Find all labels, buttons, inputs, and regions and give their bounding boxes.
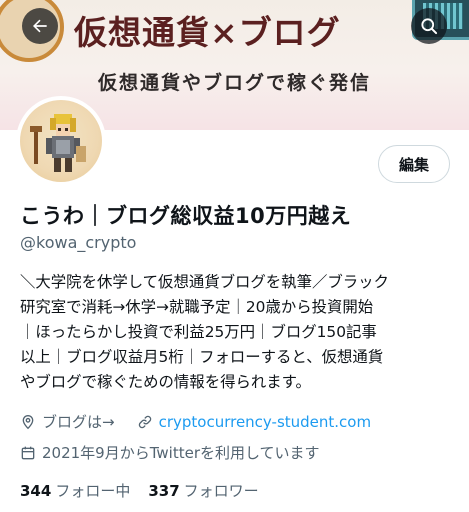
calendar-icon bbox=[21, 446, 35, 459]
followers-count[interactable]: 337 bbox=[148, 482, 179, 500]
profile-bio: ＼大学院を休学して仮想通貨ブログを執筆／ブラック 研究室で消耗→休学→就職予定｜… bbox=[20, 270, 460, 395]
avatar-image bbox=[20, 100, 102, 182]
bio-line: 以上｜ブログ収益月5桁｜フォローすると、仮想通貨 bbox=[20, 348, 384, 366]
website-link[interactable]: cryptocurrency-student.com bbox=[159, 413, 372, 431]
profile-meta-joined: 2021年9月からTwitterを利用しています bbox=[20, 442, 320, 463]
banner-subtitle: 仮想通貨やブログで稼ぐ発信 bbox=[97, 72, 371, 94]
bio-line: ｜ほったらかし投資で利益25万円｜ブログ150記事 bbox=[20, 323, 377, 341]
user-handle: @kowa_crypto bbox=[20, 233, 137, 252]
location-pin-icon bbox=[22, 414, 34, 429]
link-icon bbox=[138, 415, 151, 428]
arrow-left-icon bbox=[33, 19, 47, 33]
back-button[interactable] bbox=[22, 8, 58, 44]
edit-profile-button[interactable]: 編集 bbox=[378, 145, 450, 183]
following-count[interactable]: 344 bbox=[20, 482, 51, 500]
profile-meta-location-link: ブログは→ cryptocurrency-student.com bbox=[20, 411, 371, 432]
follow-stats: 344 フォロー中 337 フォロワー bbox=[20, 480, 277, 501]
bio-line: 研究室で消耗→休学→就職予定｜20歳から投資開始 bbox=[20, 298, 374, 316]
following-label[interactable]: フォロー中 bbox=[55, 480, 130, 501]
followers-label[interactable]: フォロワー bbox=[184, 480, 259, 501]
display-name: こうわ｜ブログ総収益10万円越え bbox=[20, 204, 352, 228]
profile-avatar[interactable] bbox=[16, 96, 106, 186]
banner-title: 仮想通貨×ブログ bbox=[74, 13, 341, 52]
bio-line: やブログで稼ぐための情報を得られます。 bbox=[20, 373, 311, 391]
bio-line: ＼大学院を休学して仮想通貨ブログを執筆／ブラック bbox=[20, 273, 389, 291]
location-text: ブログは→ bbox=[42, 413, 115, 431]
search-button[interactable] bbox=[411, 8, 447, 44]
joined-date-text: 2021年9月からTwitterを利用しています bbox=[42, 444, 320, 462]
pixel-character-image bbox=[30, 114, 86, 172]
search-icon bbox=[421, 18, 438, 35]
